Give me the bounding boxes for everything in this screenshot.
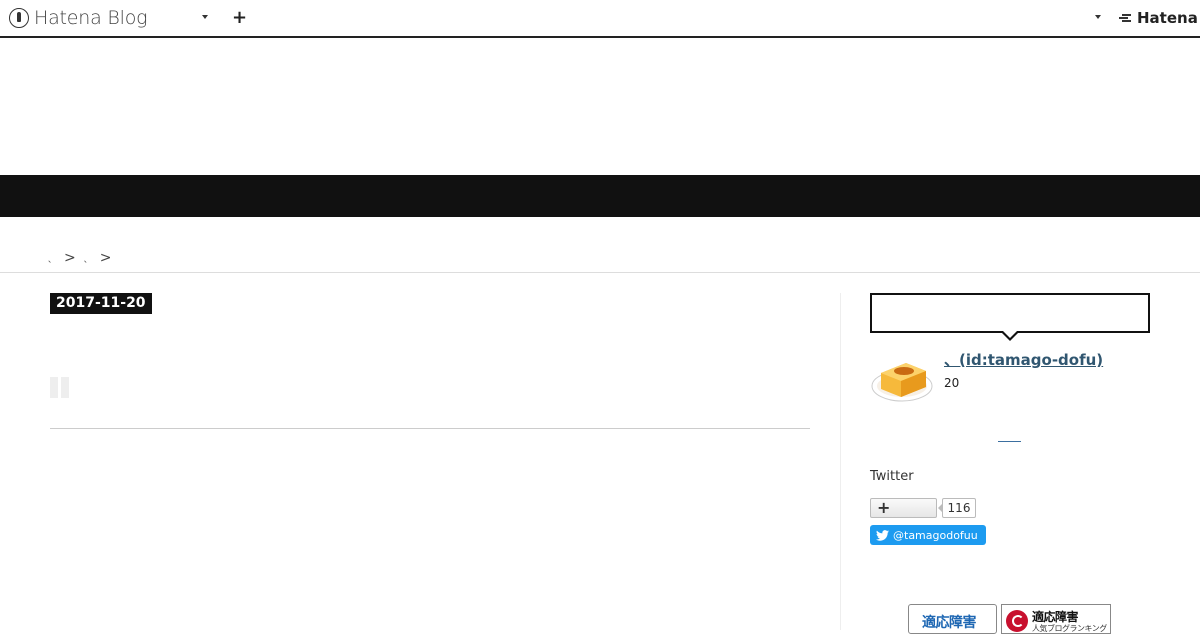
twitter-follow-button[interactable]: @tamagodofuu [870, 525, 986, 545]
chevron-down-icon[interactable] [1095, 15, 1101, 19]
breadcrumb-divider [0, 272, 1200, 273]
avatar[interactable] [871, 353, 934, 403]
quote-icon [50, 377, 70, 398]
plus-icon: + [877, 498, 891, 517]
breadcrumb-separator: > [64, 250, 76, 266]
breadcrumb-item-category[interactable]: 、 [84, 254, 92, 265]
ranking-banner-1-text: 適応障害 [922, 615, 977, 631]
blog-title-band [0, 175, 1200, 217]
add-button[interactable]: + [232, 8, 247, 28]
ranking-banner-2-subtitle: 人気ブログランキング [1032, 624, 1107, 633]
hatena-label: Hatena [1137, 9, 1198, 27]
twitter-section-label: Twitter [870, 469, 914, 484]
breadcrumb-separator: > [99, 250, 112, 266]
profile-speech-bubble [870, 293, 1150, 333]
hatena-mark-icon [1118, 11, 1134, 25]
entry-divider [50, 428, 810, 429]
ranking-logo-icon [1006, 610, 1028, 632]
hatena-blog-logo[interactable]: Hatena Blog [9, 7, 148, 29]
profile-name-link[interactable]: 、(id:tamago-dofu) [944, 349, 1103, 370]
twitter-bird-icon [876, 529, 889, 541]
breadcrumb-item-home[interactable]: 、 [48, 254, 56, 265]
hatena-blog-icon [9, 8, 29, 28]
column-divider [840, 293, 841, 630]
hatena-logo[interactable]: Hatena [1118, 9, 1198, 27]
profile-more-link[interactable] [998, 441, 1021, 442]
profile-count: 20 [944, 376, 960, 390]
hatena-bookmark-button[interactable]: + [870, 498, 937, 518]
twitter-handle: @tamagodofuu [893, 528, 978, 542]
global-header: Hatena Blog + Hatena [0, 0, 1200, 38]
brand-name: Hatena Blog [34, 7, 148, 29]
bookmark-count[interactable]: 116 [938, 498, 976, 518]
breadcrumb: 、 > 、 > [48, 250, 115, 266]
speech-bubble-tail-inner [1002, 330, 1018, 338]
chevron-down-icon[interactable] [202, 15, 208, 19]
entry-date[interactable]: 2017-11-20 [50, 293, 152, 314]
